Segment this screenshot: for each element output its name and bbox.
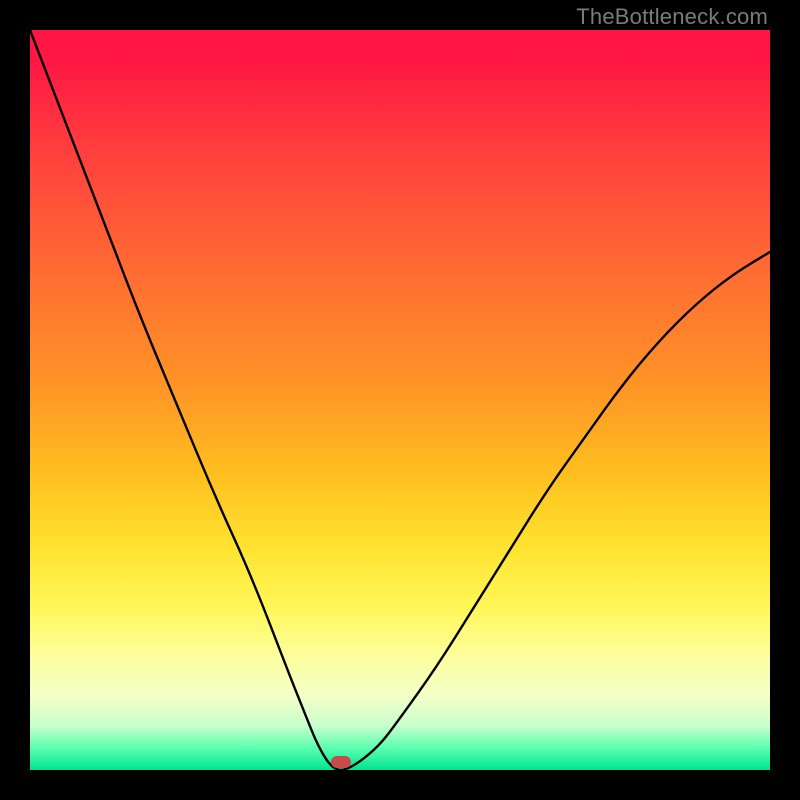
watermark-text: TheBottleneck.com [576,4,768,30]
bottleneck-curve [30,30,770,770]
chart-frame: TheBottleneck.com [0,0,800,800]
optimal-marker [331,756,351,768]
plot-area [30,30,770,770]
